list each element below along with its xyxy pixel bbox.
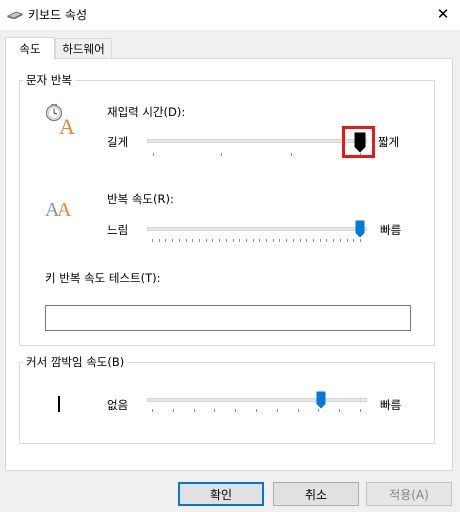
rate-slider-thumb[interactable] (355, 220, 365, 238)
repeat-test-input[interactable] (45, 305, 411, 331)
slider-tick (259, 239, 261, 242)
slider-tick (339, 239, 341, 242)
slider-tick (245, 239, 247, 242)
cursor-blink-group-label: 커서 깜박임 속도(B) (23, 354, 128, 370)
svg-text:A: A (59, 114, 75, 136)
delay-slider-tick (153, 153, 154, 156)
delay-slider-tick (221, 153, 222, 156)
keyboard-icon (7, 11, 23, 19)
slider-tick (256, 409, 257, 412)
tab-speed[interactable]: 속도 (5, 37, 55, 60)
clock-letter-a-icon: A (45, 104, 75, 136)
slider-tick (152, 239, 153, 242)
blink-min-label: 없음 (107, 398, 129, 412)
slider-tick (297, 409, 299, 412)
slider-tick (319, 239, 321, 242)
slider-tick (193, 409, 195, 412)
slider-tick (360, 409, 361, 412)
rate-label: 반복 속도(R): (107, 192, 174, 206)
slider-tick (158, 239, 160, 242)
delay-label: 재입력 시간(D): (107, 105, 186, 119)
slider-tick (232, 239, 234, 242)
slider-tick (205, 239, 207, 242)
delay-slider-tick (291, 153, 292, 156)
slider-tick (172, 239, 174, 242)
slider-tick (276, 409, 278, 412)
slider-tick (198, 239, 200, 242)
slider-tick (178, 239, 180, 242)
slider-tick (266, 239, 268, 242)
slider-tick (192, 239, 194, 242)
ok-button[interactable]: 확인 (178, 482, 264, 506)
delay-max-label: 짧게 (378, 135, 400, 149)
cursor-blink-group (19, 362, 435, 444)
repeat-test-label: 키 반복 속도 테스트(T): (45, 271, 161, 285)
slider-tick (152, 409, 153, 412)
highlight-box (342, 126, 375, 158)
slider-tick (292, 239, 294, 242)
cancel-button[interactable]: 취소 (273, 482, 359, 506)
svg-text:A: A (57, 199, 72, 220)
blink-slider-thumb[interactable] (316, 391, 326, 409)
slider-tick (185, 239, 187, 242)
slider-tick (212, 239, 214, 242)
slider-tick (272, 239, 274, 242)
cursor-preview (58, 396, 60, 412)
rate-max-label: 빠름 (380, 223, 402, 237)
slider-tick (360, 239, 361, 242)
slider-tick (333, 239, 335, 242)
double-letter-a-icon: A A (45, 199, 72, 220)
slider-tick (239, 239, 241, 242)
slider-tick (286, 239, 288, 242)
blink-max-label: 빠름 (380, 398, 402, 412)
blink-slider-track[interactable] (147, 398, 367, 402)
slider-tick (339, 409, 341, 412)
close-icon: ✕ (436, 5, 450, 23)
slider-tick (225, 239, 227, 242)
slider-tick (318, 409, 320, 412)
slider-tick (326, 239, 328, 242)
slider-tick (165, 239, 167, 242)
slider-tick (235, 409, 237, 412)
delay-slider-track[interactable] (147, 139, 367, 143)
tab-hardware[interactable]: 하드웨어 (55, 38, 112, 59)
slider-tick (279, 239, 281, 242)
slider-tick (252, 239, 254, 242)
apply-button[interactable]: 적용(A) (366, 482, 452, 506)
slider-tick (346, 239, 348, 242)
rate-min-label: 느림 (107, 223, 129, 237)
delay-min-label: 길게 (107, 135, 129, 149)
slider-tick (214, 409, 216, 412)
rate-slider-track[interactable] (147, 227, 367, 231)
char-repeat-group-label: 문자 반복 (23, 72, 75, 88)
window-title: 키보드 속성 (28, 8, 88, 22)
slider-tick (313, 239, 315, 242)
close-button[interactable]: ✕ (426, 0, 460, 28)
slider-tick (353, 239, 355, 242)
slider-tick (299, 239, 301, 242)
slider-tick (306, 239, 308, 242)
slider-tick (172, 409, 174, 412)
slider-tick (219, 239, 221, 242)
